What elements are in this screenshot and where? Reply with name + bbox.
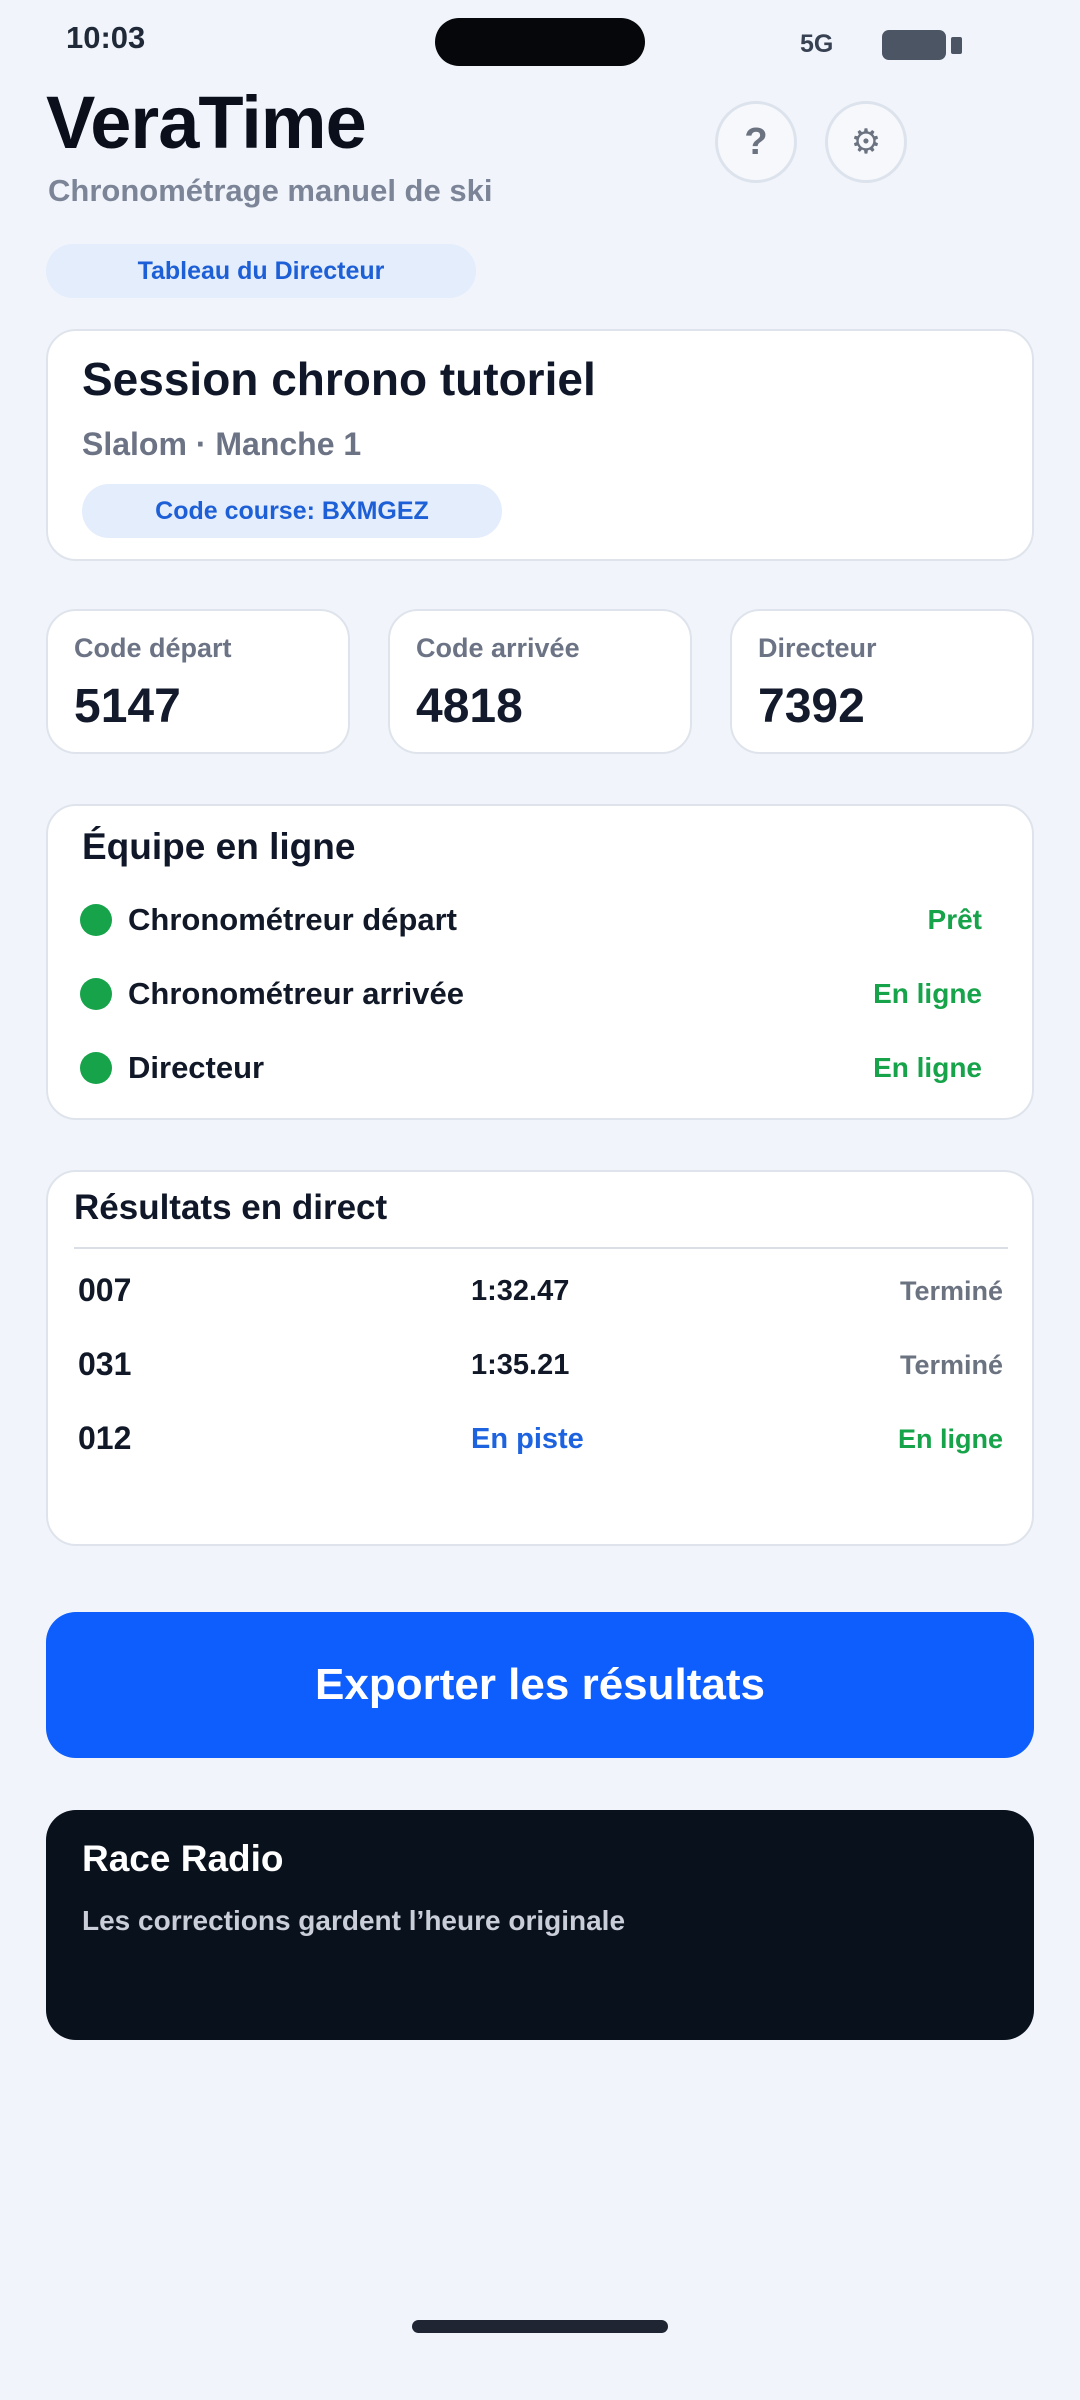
member-name: Chronométreur départ (128, 902, 457, 937)
start-code-value: 5147 (74, 680, 181, 733)
start-code-label: Code départ (74, 633, 232, 663)
result-bib: 007 (78, 1272, 132, 1308)
finish-code-label: Code arrivée (416, 633, 580, 663)
member-name: Chronométreur arrivée (128, 976, 464, 1011)
help-icon: ? (744, 120, 768, 163)
result-time: 1:35.21 (471, 1349, 570, 1381)
result-status: Terminé (899, 1276, 1003, 1306)
settings-button[interactable]: ⚙ (825, 101, 907, 183)
online-status-dot (80, 978, 112, 1010)
result-status: Terminé (899, 1350, 1003, 1380)
divider (74, 1247, 1008, 1249)
status-time: 10:03 (66, 20, 146, 55)
start-code-card: Code départ 5147 (46, 609, 350, 754)
finish-code-card: Code arrivée 4818 (388, 609, 692, 754)
app-subtitle: Chronométrage manuel de ski (48, 173, 493, 208)
session-meta: Slalom · Manche 1 (82, 426, 362, 462)
race-radio-title: Race Radio (82, 1838, 284, 1879)
member-status: En ligne (873, 978, 982, 1009)
app-title: VeraTime (46, 81, 367, 164)
home-indicator[interactable] (412, 2320, 668, 2333)
director-code-value: 7392 (758, 680, 865, 733)
export-results-button[interactable]: Exporter les résultats (46, 1612, 1034, 1758)
director-code-card: Directeur 7392 (730, 609, 1034, 754)
help-button[interactable]: ? (715, 101, 797, 183)
member-name: Directeur (128, 1050, 265, 1085)
role-badge: Tableau du Directeur (46, 244, 476, 298)
director-code-label: Directeur (758, 633, 877, 663)
session-name: Session chrono tutoriel (82, 353, 596, 405)
race-radio-message: Les corrections gardent l’heure original… (82, 1905, 626, 1936)
result-bib: 031 (78, 1346, 132, 1382)
online-status-dot (80, 1052, 112, 1084)
camera-notch (435, 18, 645, 66)
result-time: En piste (471, 1423, 584, 1455)
battery-icon (882, 30, 946, 60)
online-status-dot (80, 904, 112, 936)
member-status: En ligne (873, 1052, 982, 1083)
finish-code-value: 4818 (416, 680, 523, 733)
gear-icon: ⚙ (850, 123, 882, 161)
network-indicator: 5G (800, 30, 834, 58)
race-code-badge[interactable]: Code course: BXMGEZ (82, 484, 502, 538)
battery-tip (951, 37, 962, 54)
results-title: Résultats en direct (74, 1188, 388, 1227)
member-status: Prêt (927, 904, 982, 935)
result-bib: 012 (78, 1420, 132, 1456)
team-title: Équipe en ligne (82, 826, 356, 867)
result-time: 1:32.47 (471, 1275, 570, 1307)
result-status: En ligne (897, 1424, 1003, 1454)
